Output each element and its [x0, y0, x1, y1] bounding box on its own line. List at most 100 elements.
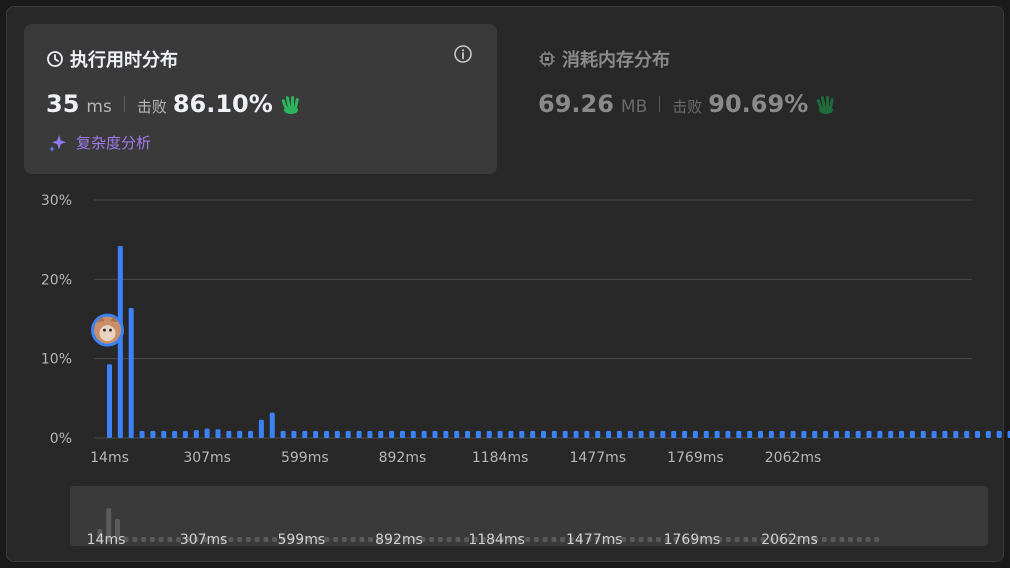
bar[interactable]	[692, 430, 698, 438]
navigator-bar	[446, 537, 452, 542]
bar[interactable]	[421, 430, 427, 438]
bar[interactable]	[584, 430, 590, 438]
navigator-bar	[245, 537, 251, 542]
bar[interactable]	[410, 430, 416, 438]
bar[interactable]	[953, 430, 959, 438]
bar[interactable]	[638, 430, 644, 438]
bar[interactable]	[324, 430, 329, 438]
chart-navigator[interactable]: 14ms 307ms 599ms 892ms 1184ms 1477ms 1769ms 206…	[70, 486, 988, 548]
bar[interactable]	[508, 430, 514, 438]
bar[interactable]	[747, 430, 753, 438]
bar[interactable]	[627, 430, 633, 438]
bar[interactable]	[649, 430, 655, 438]
bar[interactable]	[161, 430, 167, 438]
bar[interactable]	[942, 430, 948, 438]
bar[interactable]	[616, 430, 622, 438]
bar[interactable]	[367, 430, 373, 438]
bar[interactable]	[465, 430, 471, 438]
bar[interactable]	[714, 430, 720, 438]
bar[interactable]	[606, 430, 612, 438]
bar[interactable]	[920, 430, 926, 438]
bar[interactable]	[313, 430, 319, 438]
bar[interactable]	[812, 430, 818, 438]
bar[interactable]	[107, 364, 112, 438]
bar[interactable]	[530, 430, 536, 438]
bar[interactable]	[595, 430, 601, 438]
x-tick-label: 1769ms	[667, 450, 724, 466]
bar[interactable]	[172, 430, 178, 438]
bar[interactable]	[486, 430, 492, 438]
bar[interactable]	[779, 430, 785, 438]
bar[interactable]	[551, 430, 557, 438]
bar[interactable]	[833, 430, 839, 438]
bar[interactable]	[443, 430, 449, 438]
bar[interactable]	[432, 430, 438, 438]
bar[interactable]	[378, 430, 384, 438]
bar[interactable]	[182, 430, 188, 438]
navigator-tick-label: 892ms	[375, 532, 423, 546]
bar[interactable]	[269, 412, 275, 438]
navigator-bar	[359, 537, 365, 542]
bar[interactable]	[660, 430, 666, 438]
bar[interactable]	[280, 430, 286, 438]
bar[interactable]	[302, 430, 308, 438]
bar[interactable]	[844, 430, 850, 438]
bar[interactable]	[866, 430, 872, 438]
x-tick-label: 14ms	[90, 450, 129, 466]
bar[interactable]	[519, 430, 525, 438]
bar[interactable]	[909, 430, 915, 438]
bar[interactable]	[877, 430, 883, 438]
navigator-bar	[647, 537, 653, 542]
bar[interactable]	[801, 430, 807, 438]
bar[interactable]	[931, 430, 937, 438]
bar[interactable]	[399, 430, 405, 438]
bar[interactable]	[790, 430, 796, 438]
x-tick-label: 1184ms	[472, 450, 529, 466]
bar[interactable]	[237, 430, 243, 438]
navigator-bar	[429, 537, 435, 542]
bar[interactable]	[334, 430, 340, 438]
bar[interactable]	[356, 430, 362, 438]
bar[interactable]	[855, 430, 861, 438]
bar[interactable]	[193, 430, 199, 438]
navigator-bar	[839, 537, 845, 542]
navigator-bar	[141, 537, 147, 542]
bar[interactable]	[985, 430, 991, 438]
y-tick-label: 30%	[41, 193, 72, 209]
bar[interactable]	[573, 430, 579, 438]
bar[interactable]	[541, 430, 546, 438]
bar[interactable]	[975, 430, 980, 438]
navigator-bar	[437, 537, 443, 542]
bar[interactable]	[345, 430, 351, 438]
bar[interactable]	[139, 430, 145, 438]
navigator-tick-label: 1477ms	[566, 532, 623, 546]
bar[interactable]	[226, 430, 232, 438]
user-avatar[interactable]	[91, 313, 124, 347]
bar[interactable]	[725, 430, 731, 438]
navigator-chart[interactable]: 14ms 307ms 599ms 892ms 1184ms 1477ms 1769ms 206…	[70, 486, 988, 548]
bar[interactable]	[291, 430, 297, 438]
bar[interactable]	[454, 430, 460, 438]
bar[interactable]	[996, 430, 1002, 438]
bar[interactable]	[562, 430, 568, 438]
bar[interactable]	[682, 430, 688, 438]
bar[interactable]	[475, 430, 481, 438]
bar[interactable]	[150, 430, 156, 438]
bar[interactable]	[671, 430, 677, 438]
bar[interactable]	[768, 430, 774, 438]
bar[interactable]	[758, 430, 763, 438]
bar[interactable]	[128, 307, 134, 438]
bar[interactable]	[964, 430, 970, 438]
bar[interactable]	[204, 428, 210, 438]
bar[interactable]	[248, 430, 254, 438]
bar[interactable]	[823, 430, 829, 438]
bar[interactable]	[215, 429, 221, 438]
bar[interactable]	[899, 430, 905, 438]
bar[interactable]	[258, 419, 264, 438]
runtime-distribution-chart[interactable]: 0% 10% 20% 30% 14ms 307ms 599ms 892ms 1184ms 1477…	[0, 0, 1010, 480]
bar[interactable]	[497, 430, 503, 438]
bar[interactable]	[736, 430, 742, 438]
bar[interactable]	[389, 430, 395, 438]
bar[interactable]	[703, 430, 709, 438]
bar[interactable]	[888, 430, 894, 438]
